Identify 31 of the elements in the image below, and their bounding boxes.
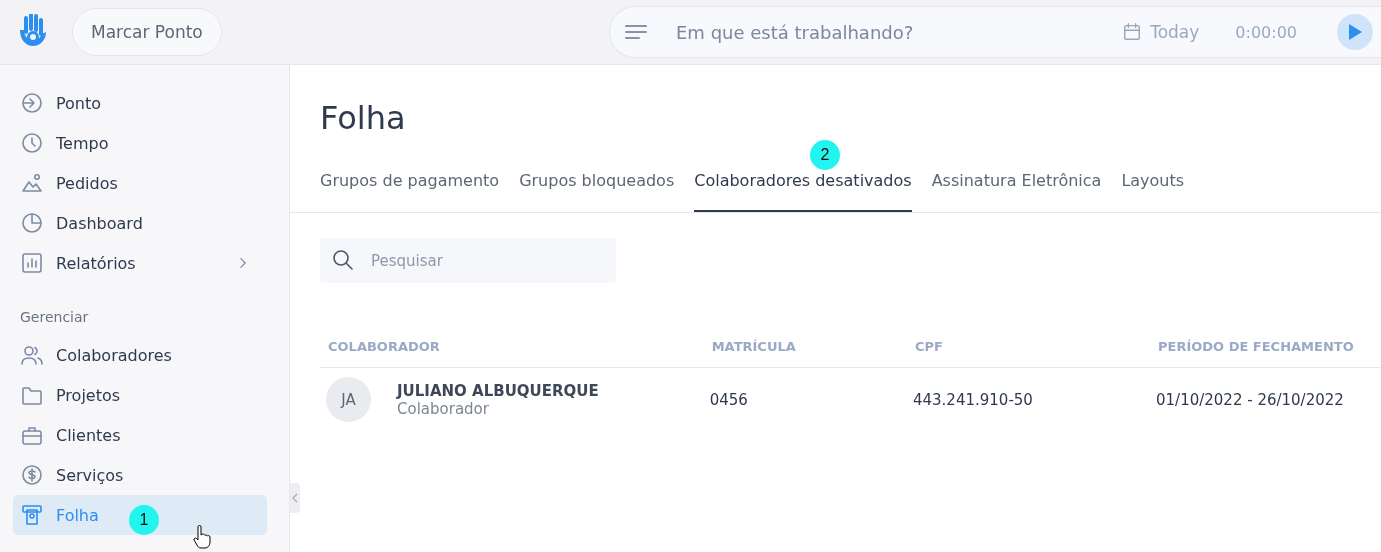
- search-field[interactable]: Pesquisar: [320, 238, 616, 283]
- sidebar-item[interactable]: Pedidos: [13, 163, 267, 203]
- table-cell: 0456: [703, 367, 907, 431]
- annotation-badge: 2: [810, 140, 840, 170]
- elapsed-time: 0:00:00: [1235, 22, 1297, 42]
- tab[interactable]: Assinatura Eletrônica: [931, 170, 1102, 212]
- column-header: MATRÍCULA: [703, 333, 907, 368]
- table-cell: 01/10/2022 - 26/10/2022: [1150, 367, 1381, 431]
- section-heading: Gerenciar: [20, 309, 90, 325]
- tab[interactable]: Grupos bloqueados: [519, 170, 675, 212]
- sidebar-item[interactable]: Serviços: [13, 455, 267, 495]
- sidebar-item[interactable]: Projetos: [13, 375, 267, 415]
- page-title: Folha: [319, 98, 407, 139]
- column-header: PERÍODO DE FECHAMENTO: [1150, 333, 1381, 368]
- sidebar-item[interactable]: Relatórios: [13, 243, 267, 283]
- sidebar-item[interactable]: Ponto: [13, 83, 267, 123]
- sidebar-item[interactable]: Clientes: [13, 415, 267, 455]
- tab[interactable]: Colaboradores desativados: [694, 170, 912, 212]
- tab[interactable]: Grupos de pagamento: [320, 170, 500, 212]
- description-input[interactable]: Em que está trabalhando?: [674, 20, 1098, 44]
- table-cell: 443.241.910-50: [906, 367, 1150, 431]
- column-header: COLABORADOR: [320, 333, 704, 368]
- tab[interactable]: Layouts: [1121, 170, 1185, 212]
- clock-in-button[interactable]: Marcar Ponto: [72, 8, 222, 56]
- employee-role: Colaborador: [397, 399, 490, 418]
- sidebar-item[interactable]: Dashboard: [13, 203, 267, 243]
- sidebar-item[interactable]: Tempo: [13, 123, 267, 163]
- column-header: CPF: [906, 333, 1150, 368]
- employee-name: JULIANO ALBUQUERQUE: [397, 381, 599, 400]
- avatar-initials: JA: [326, 377, 371, 422]
- sidebar-item[interactable]: Colaboradores: [13, 335, 267, 375]
